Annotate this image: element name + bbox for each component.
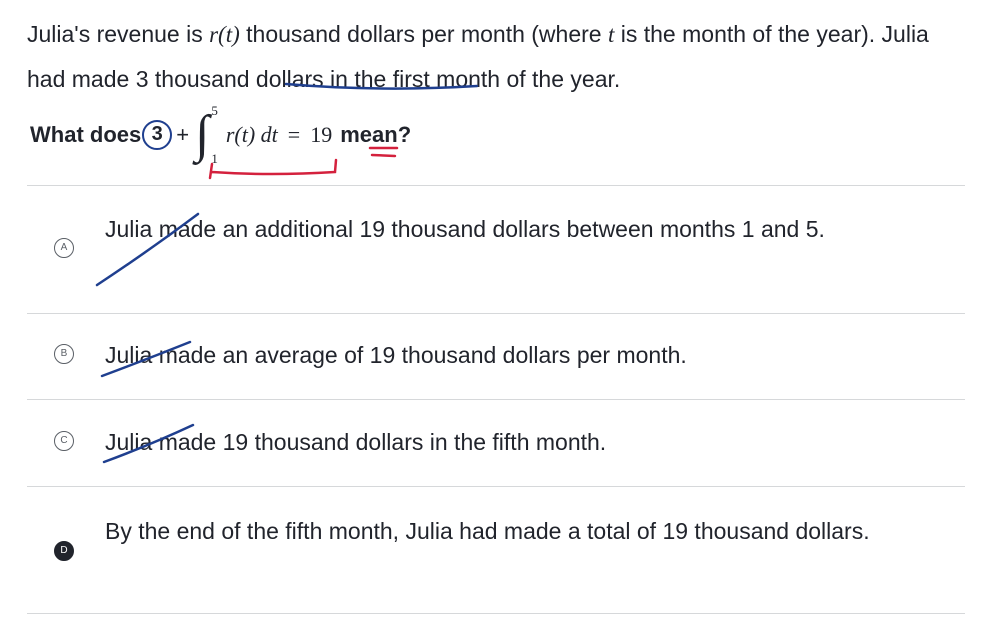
question-suffix: mean?: [340, 122, 412, 147]
choice-b-text: Julia made an average of 19 thousand dol…: [105, 342, 687, 368]
divider: [27, 613, 965, 614]
integral-limits: 5 1: [211, 103, 218, 167]
integrand: r(t) dt: [225, 122, 278, 147]
divider: [27, 185, 965, 186]
divider: [27, 399, 965, 400]
lower-limit: 1: [211, 151, 218, 166]
choice-a[interactable]: A Julia made an additional 19 thousand d…: [0, 205, 998, 305]
choice-d-text: By the end of the fifth month, Julia had…: [105, 518, 870, 544]
revenue-function: r(t): [209, 22, 240, 47]
question-prompt: What does 3 + ∫ 5 1 r(t) dt = 19 mean?: [30, 100, 411, 170]
plus-sign: +: [176, 122, 190, 147]
choice-b[interactable]: B Julia made an average of 19 thousand d…: [0, 330, 998, 390]
definite-integral: ∫ 5 1 r(t) dt: [195, 103, 278, 167]
stem-text: thousand dollars per month (where: [239, 21, 608, 47]
stem-text: Julia's revenue is: [27, 21, 210, 47]
integral-value: 19: [310, 122, 333, 147]
choice-c-radio[interactable]: C: [54, 431, 74, 451]
divider: [27, 486, 965, 487]
choice-c[interactable]: C Julia made 19 thousand dollars in the …: [0, 418, 998, 478]
choice-d-radio[interactable]: D: [54, 541, 74, 561]
stem-text: in the first month of the year.: [323, 66, 621, 92]
initial-amount: 3: [142, 120, 173, 150]
integral-sign-icon: ∫: [195, 106, 210, 163]
choice-a-radio[interactable]: A: [54, 238, 74, 258]
upper-limit: 5: [211, 103, 218, 118]
choice-d[interactable]: D By the end of the fifth month, Julia h…: [0, 508, 998, 598]
problem-statement: Julia's revenue is r(t) thousand dollars…: [27, 12, 972, 101]
equals-sign: =: [287, 122, 301, 147]
choice-a-text: Julia made an additional 19 thousand dol…: [105, 216, 825, 242]
divider: [27, 313, 965, 314]
choice-c-text: Julia made 19 thousand dollars in the fi…: [105, 429, 607, 455]
underlined-phrase: 3 thousand dollars: [135, 66, 324, 92]
question-prefix: What does: [30, 122, 142, 147]
choice-b-radio[interactable]: B: [54, 344, 74, 364]
